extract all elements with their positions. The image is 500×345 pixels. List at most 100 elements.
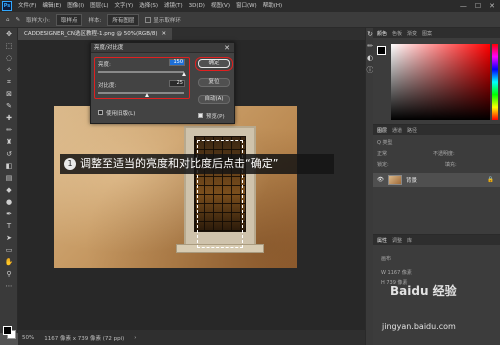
hand-tool-icon[interactable]: ✋ [0, 256, 18, 268]
tab-patterns[interactable]: 图案 [422, 30, 432, 37]
sample-select[interactable]: 所有图层 [107, 13, 140, 26]
window-controls: — ☐ ✕ [460, 2, 500, 10]
move-tool-icon[interactable]: ✥ [0, 28, 18, 40]
quick-select-tool-icon[interactable]: ✧ [0, 64, 18, 76]
sample-size-label: 取样大小: [26, 17, 50, 24]
foreground-color-swatch[interactable] [3, 326, 12, 335]
status-arrow-icon[interactable]: › [134, 335, 136, 341]
sample-size-select[interactable]: 取样点 [55, 13, 83, 26]
status-bar: 50% 1167 像素 x 739 像素 (72 ppi) › [18, 330, 365, 345]
tab-channels[interactable]: 通道 [392, 127, 402, 134]
ok-button[interactable]: 确定 [198, 59, 230, 68]
menu-select[interactable]: 选择(S) [136, 0, 161, 12]
tab-swatches[interactable]: 色板 [392, 30, 402, 37]
tab-libraries[interactable]: 库 [407, 237, 412, 244]
show-ring-label: 显示取样环 [153, 17, 181, 24]
color-picker-field[interactable] [391, 44, 490, 120]
tip-text: 调整至适当的亮度和对比度后点击“确定” [80, 157, 279, 170]
menu-type[interactable]: 文字(Y) [112, 0, 137, 12]
baidu-watermark-url: jingyan.baidu.com [382, 322, 456, 331]
healing-tool-icon[interactable]: ✚ [0, 112, 18, 124]
marquee-tool-icon[interactable]: ⬚ [0, 40, 18, 52]
lasso-tool-icon[interactable]: ◌ [0, 52, 18, 64]
menu-window[interactable]: 窗口(W) [233, 0, 260, 12]
preview-checkbox[interactable] [198, 113, 203, 118]
blur-tool-icon[interactable]: ◆ [0, 184, 18, 196]
layer-row[interactable]: 👁 背景 🔒 [373, 173, 500, 187]
legacy-checkbox[interactable] [98, 110, 103, 115]
menu-image[interactable]: 图像(I) [64, 0, 87, 12]
layers-panel-tabs: 图层 通道 路径 [373, 125, 500, 135]
tab-paths[interactable]: 路径 [407, 127, 417, 134]
menu-view[interactable]: 视图(V) [208, 0, 233, 12]
maximize-button[interactable]: ☐ [475, 2, 481, 10]
checkbox-box[interactable] [145, 17, 152, 23]
opacity-label: 不透明度: [433, 151, 455, 157]
history-brush-icon[interactable]: ↺ [0, 148, 18, 160]
contrast-slider-track[interactable] [98, 92, 184, 94]
frame-tool-icon[interactable]: ⊠ [0, 88, 18, 100]
visibility-eye-icon[interactable]: 👁 [377, 177, 384, 183]
canvas-width[interactable]: W 1167 像素 [381, 269, 412, 276]
zoom-tool-icon[interactable]: ⚲ [0, 268, 18, 280]
close-window-button[interactable]: ✕ [489, 2, 495, 10]
type-tool-icon[interactable]: T [0, 220, 18, 232]
brightness-contrast-dialog: 亮度/对比度 ✕ 亮度: 150 对比度: 25 使用旧版(L) 确定 复位 自… [90, 42, 235, 124]
show-ring-checkbox[interactable]: 显示取样环 [145, 16, 181, 24]
close-tab-icon[interactable]: ✕ [161, 28, 166, 40]
contrast-label: 对比度: [98, 83, 117, 89]
pen-tool-icon[interactable]: ✒ [0, 208, 18, 220]
more-tools-icon[interactable]: ⋯ [0, 280, 18, 292]
step-number-badge: 1 [64, 158, 76, 170]
shape-tool-icon[interactable]: ▭ [0, 244, 18, 256]
menu-bar: Ps 文件(F) 编辑(E) 图像(I) 图层(L) 文字(Y) 选择(S) 滤… [0, 0, 500, 12]
reset-button[interactable]: 复位 [198, 78, 230, 87]
sample-label: 样本: [88, 17, 102, 24]
document-tab-bar: CADDESIGNER_CN选区教程-1.png @ 50%(RGB/8) ✕ [18, 28, 365, 40]
brush-tool-icon[interactable]: ✏ [0, 124, 18, 136]
path-select-icon[interactable]: ➤ [0, 232, 18, 244]
menu-edit[interactable]: 编辑(E) [39, 0, 64, 12]
auto-button[interactable]: 自动(A) [198, 95, 230, 104]
blend-mode-select[interactable]: 正常 [377, 150, 387, 157]
menu-3d[interactable]: 3D(D) [186, 0, 208, 12]
panel-icon-strip: ↻ ✏ ◐ ⓘ [365, 28, 374, 345]
minimize-button[interactable]: — [460, 2, 467, 10]
hue-slider[interactable] [492, 44, 498, 120]
tab-properties[interactable]: 属性 [377, 237, 387, 244]
gradient-tool-icon[interactable]: ▤ [0, 172, 18, 184]
brightness-slider-thumb[interactable] [181, 72, 186, 76]
contrast-input[interactable]: 25 [169, 80, 185, 87]
tab-adjustments[interactable]: 调整 [392, 237, 402, 244]
options-bar: ⌂ ✎ 取样大小: 取样点 样本: 所有图层 显示取样环 [0, 12, 500, 28]
preview-label: 预览(P) [206, 114, 225, 120]
brightness-slider-track[interactable] [98, 71, 184, 73]
menu-help[interactable]: 帮助(H) [260, 0, 285, 12]
contrast-slider-thumb[interactable] [144, 93, 149, 97]
dialog-close-icon[interactable]: ✕ [224, 43, 230, 53]
tab-color[interactable]: 颜色 [377, 30, 387, 37]
layer-kind-filter[interactable]: Q 类型 [377, 139, 393, 146]
legacy-label: 使用旧版(L) [106, 111, 136, 117]
document-image[interactable] [54, 106, 297, 268]
tab-gradients[interactable]: 渐变 [407, 30, 417, 37]
canvas-section-label: 画布 [381, 256, 392, 262]
eyedropper-icon[interactable]: ✎ [16, 17, 21, 23]
brightness-input[interactable]: 150 [169, 59, 185, 66]
stamp-tool-icon[interactable]: ♜ [0, 136, 18, 148]
eraser-tool-icon[interactable]: ◧ [0, 160, 18, 172]
crop-tool-icon[interactable]: ⌗ [0, 76, 18, 88]
dodge-tool-icon[interactable]: ● [0, 196, 18, 208]
menu-file[interactable]: 文件(F) [15, 0, 39, 12]
menu-layer[interactable]: 图层(L) [87, 0, 111, 12]
panel-foreground-swatch[interactable] [377, 46, 386, 55]
document-tab[interactable]: CADDESIGNER_CN选区教程-1.png @ 50%(RGB/8) ✕ [18, 28, 173, 40]
tutorial-tip: 1 调整至适当的亮度和对比度后点击“确定” [60, 154, 334, 174]
eyedropper-tool-icon[interactable]: ✎ [0, 100, 18, 112]
tab-layers[interactable]: 图层 [377, 127, 387, 134]
lock-label: 锁定: [377, 162, 389, 168]
menu-filter[interactable]: 滤镜(T) [161, 0, 186, 12]
zoom-level[interactable]: 50% [22, 335, 34, 341]
home-icon[interactable]: ⌂ [6, 17, 10, 23]
dialog-title: 亮度/对比度 [91, 43, 234, 53]
